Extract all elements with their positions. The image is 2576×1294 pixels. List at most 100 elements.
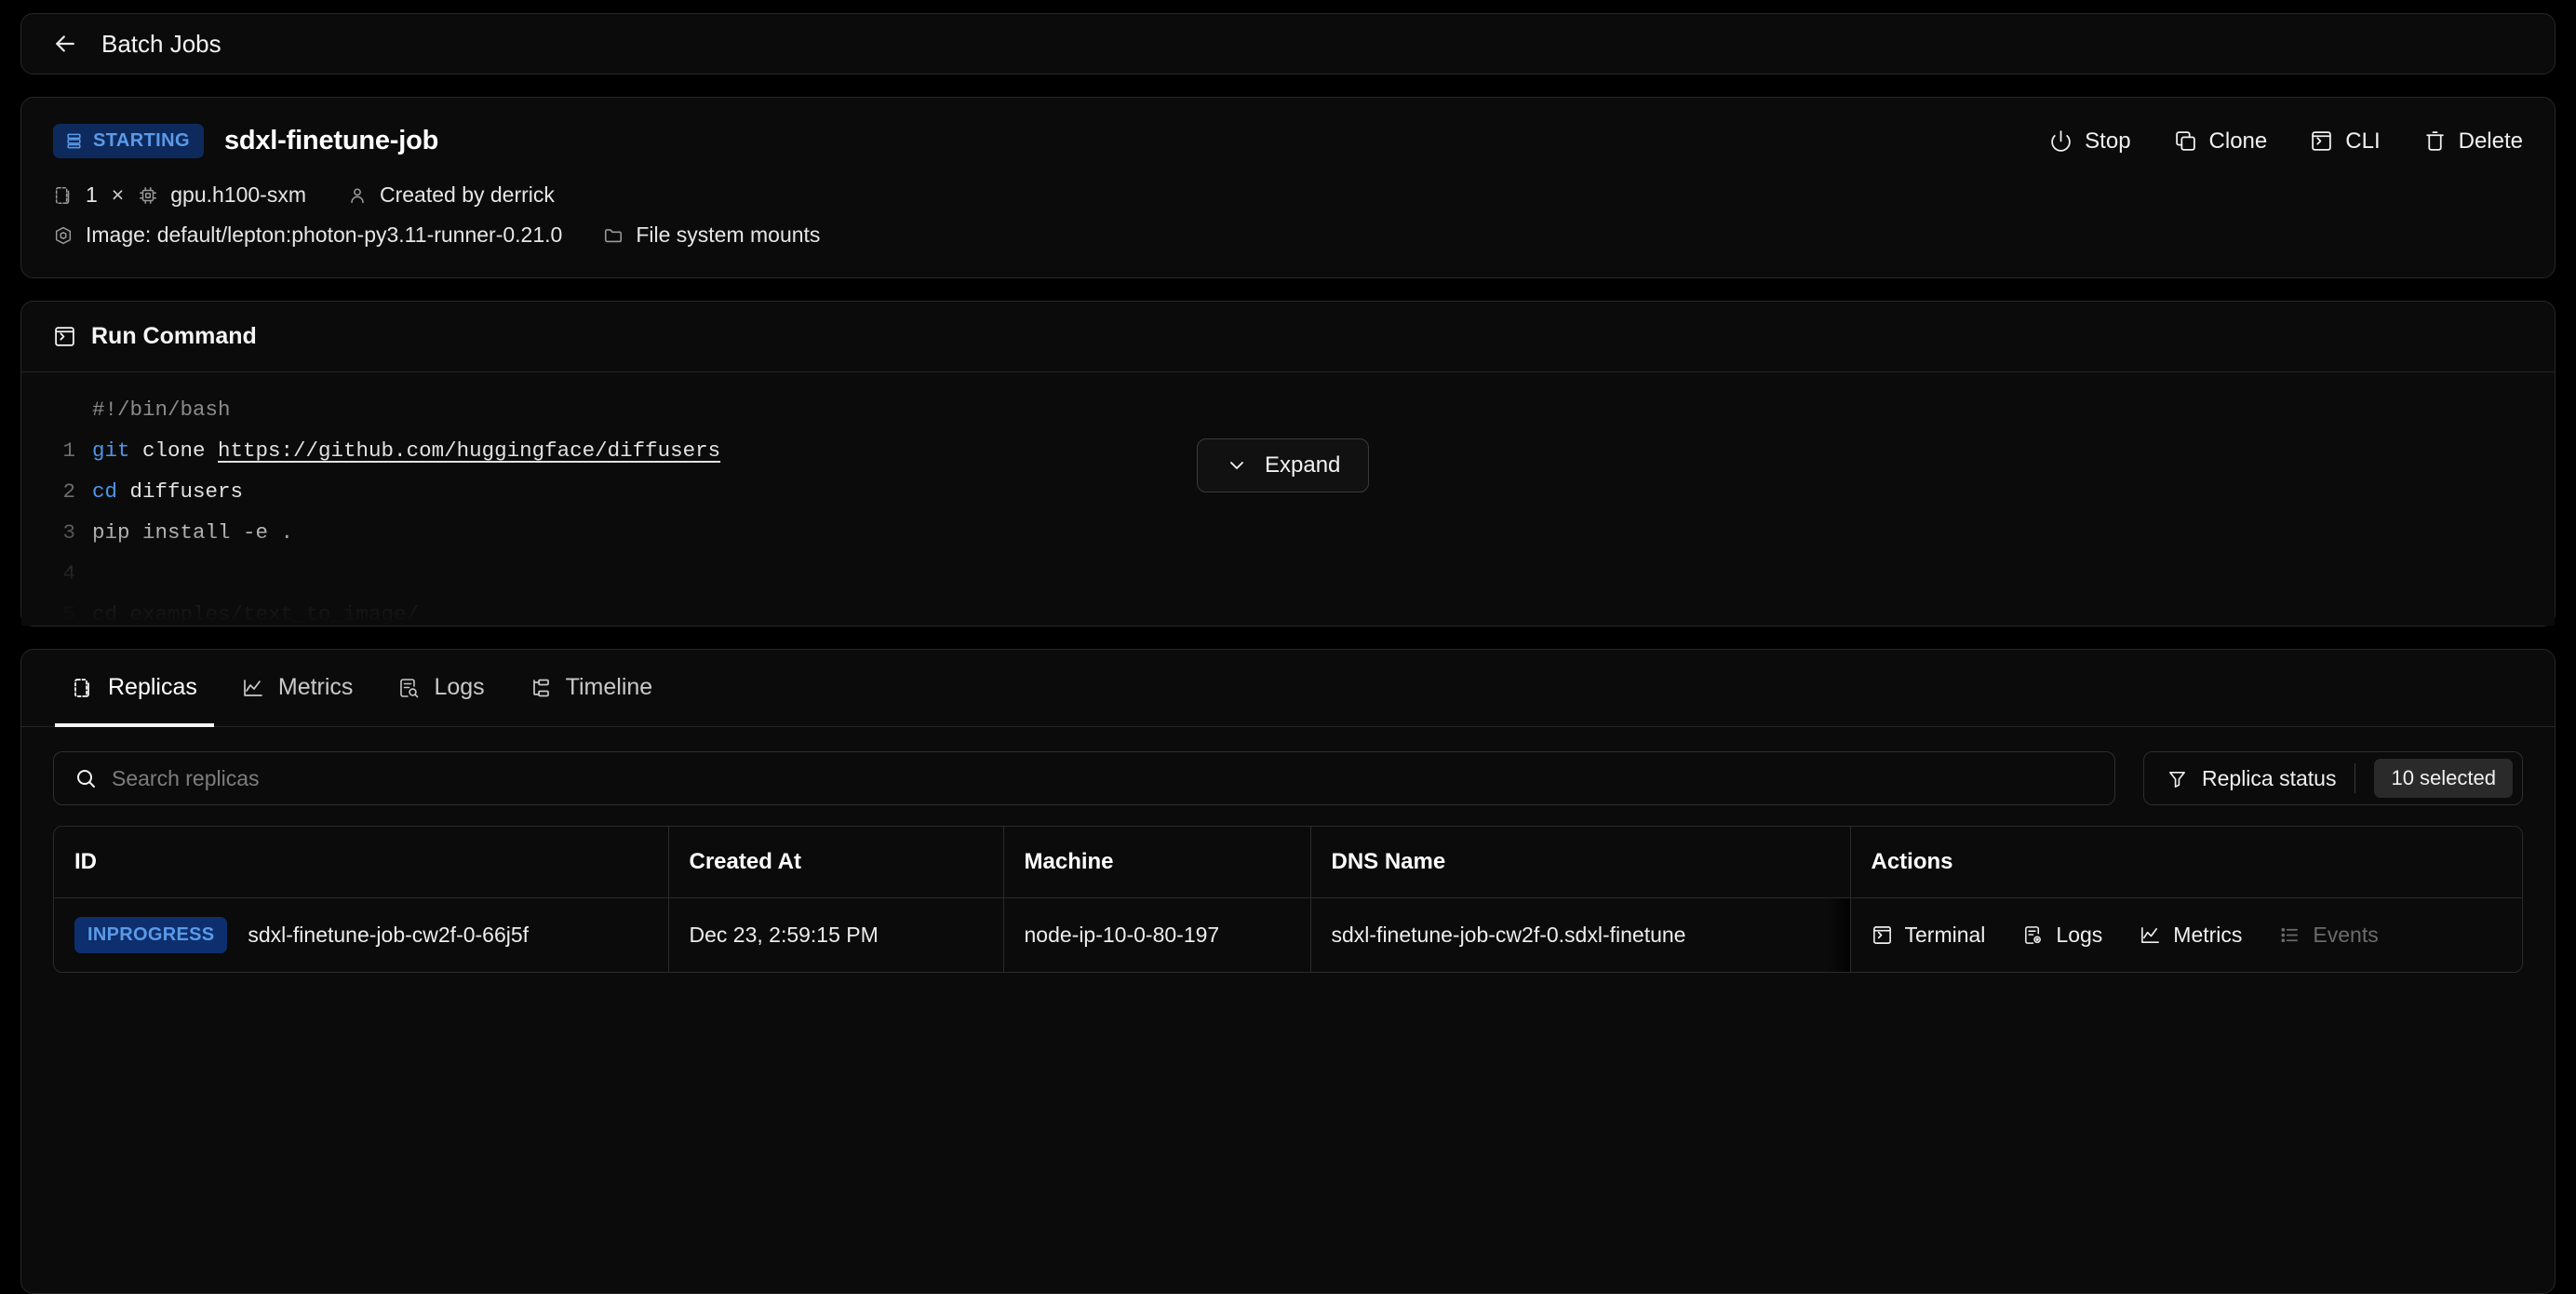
code-text: pip install xyxy=(92,520,244,545)
row-action-terminal[interactable]: Terminal xyxy=(1872,923,1986,948)
arrow-left-icon[interactable] xyxy=(49,28,81,60)
replica-shape-info: 1 × gpu.h100-sxm xyxy=(53,182,306,208)
trash-icon xyxy=(2423,129,2447,153)
package-icon xyxy=(53,225,74,246)
replica-status-filter-label-group: Replica status xyxy=(2167,766,2336,791)
cell-id: INPROGRESS sdxl-finetune-job-cw2f-0-66j5… xyxy=(54,897,669,972)
dns-name-text: sdxl-finetune-job-cw2f-0.sdxl-finetune xyxy=(1331,923,1686,947)
row-actions-group: Terminal Logs Metrics Events xyxy=(1872,923,2502,948)
column-header-machine[interactable]: Machine xyxy=(1003,827,1311,898)
power-icon xyxy=(2049,129,2073,153)
replicas-table: ID Created At Machine DNS Name Actions I… xyxy=(54,827,2522,972)
tab-replicas[interactable]: Replicas xyxy=(55,650,214,727)
filesystem-mounts-label: File system mounts xyxy=(636,222,821,247)
search-input[interactable] xyxy=(112,765,2094,791)
cpu-chip-icon xyxy=(138,185,158,206)
delete-button[interactable]: Delete xyxy=(2423,128,2523,155)
cell-dns-name: sdxl-finetune-job-cw2f-0.sdxl-finetune xyxy=(1310,897,1851,972)
run-command-header: Run Command xyxy=(21,302,2555,372)
job-actions: Stop Clone CLI Delete xyxy=(2049,128,2523,155)
cell-machine: node-ip-10-0-80-197 xyxy=(1003,897,1311,972)
row-action-terminal-label: Terminal xyxy=(1904,923,1986,947)
timeline-icon xyxy=(530,677,552,699)
selected-count-badge: 10 selected xyxy=(2374,759,2513,798)
row-action-logs[interactable]: Logs xyxy=(2022,923,2102,948)
run-command-panel: Run Command #!/bin/bash 1 git clone http… xyxy=(20,301,2556,627)
tab-timeline-label: Timeline xyxy=(565,674,653,700)
job-meta-row-2: Image: default/lepton:photon-py3.11-runn… xyxy=(53,222,2523,248)
funnel-icon xyxy=(2167,768,2188,789)
page-title: sdxl-finetune-job xyxy=(223,126,439,155)
clone-button-label: Clone xyxy=(2208,128,2268,154)
terminal-icon xyxy=(1872,924,1893,946)
cli-button[interactable]: CLI xyxy=(2310,128,2381,155)
code-keyword: git xyxy=(92,438,130,463)
job-meta-row-1: 1 × gpu.h100-sxm Created by derrick xyxy=(53,182,2523,208)
tab-metrics[interactable]: Metrics xyxy=(225,650,370,727)
chart-line-icon xyxy=(2140,924,2161,946)
replica-status-label: Replica status xyxy=(2202,765,2337,790)
terminal-icon xyxy=(53,325,76,348)
user-icon xyxy=(347,185,368,206)
logs-search-icon xyxy=(397,677,420,699)
filesystem-mounts-info[interactable]: File system mounts xyxy=(603,222,820,248)
stop-button[interactable]: Stop xyxy=(2049,128,2131,155)
column-header-created-at[interactable]: Created At xyxy=(668,827,1004,898)
server-stack-icon xyxy=(65,132,83,150)
status-badge-label: STARTING xyxy=(93,130,190,151)
code-line-shebang: #!/bin/bash xyxy=(21,389,2555,430)
breadcrumb: Batch Jobs xyxy=(20,13,2556,74)
breadcrumb-label[interactable]: Batch Jobs xyxy=(101,30,221,59)
code-shebang: #!/bin/bash xyxy=(92,398,231,422)
run-command-title: Run Command xyxy=(91,323,257,349)
table-body: INPROGRESS sdxl-finetune-job-cw2f-0-66j5… xyxy=(54,897,2522,972)
tab-bar: Replicas Metrics Logs Timeline xyxy=(21,650,2555,727)
table-head: ID Created At Machine DNS Name Actions xyxy=(54,827,2522,898)
job-summary-panel: STARTING sdxl-finetune-job Stop Clone CL… xyxy=(20,97,2556,278)
column-header-id[interactable]: ID xyxy=(54,827,669,898)
created-by-label: Created by derrick xyxy=(379,182,555,207)
tab-metrics-label: Metrics xyxy=(277,674,354,700)
cell-created-at: Dec 23, 2:59:15 PM xyxy=(668,897,1004,972)
column-header-dns-name[interactable]: DNS Name xyxy=(1310,827,1851,898)
code-text: diffusers xyxy=(117,479,244,504)
line-number: 2 xyxy=(62,479,75,504)
dns-overflow-shadow xyxy=(1825,898,1849,972)
container-icon xyxy=(53,185,74,206)
id-cell-group: INPROGRESS sdxl-finetune-job-cw2f-0-66j5… xyxy=(74,917,648,953)
column-header-actions: Actions xyxy=(1850,827,2522,898)
row-action-metrics[interactable]: Metrics xyxy=(2140,923,2242,948)
resource-shape: gpu.h100-sxm xyxy=(170,182,306,207)
expand-button-label: Expand xyxy=(1265,452,1341,478)
replicas-panel: Replicas Metrics Logs Timeline Search re… xyxy=(20,649,2556,1294)
image-label: Image: default/lepton:photon-py3.11-runn… xyxy=(86,222,563,247)
cli-button-label: CLI xyxy=(2345,128,2381,154)
line-number: 5 xyxy=(62,602,75,626)
tab-logs-label: Logs xyxy=(434,674,485,700)
code-text-tail: -e . xyxy=(243,520,294,545)
replica-id: sdxl-finetune-job-cw2f-0-66j5f xyxy=(248,923,530,947)
job-title-group: STARTING sdxl-finetune-job xyxy=(53,124,438,158)
cell-actions: Terminal Logs Metrics Events xyxy=(1850,897,2522,972)
filters-row: Replica status 10 selected xyxy=(21,727,2555,826)
status-badge: INPROGRESS xyxy=(74,917,228,953)
code-text: clone xyxy=(129,438,219,463)
line-number: 4 xyxy=(62,561,75,586)
code-line: 3 pip install -e . xyxy=(21,512,2555,553)
list-icon xyxy=(2279,924,2301,946)
replicas-table-wrap: ID Created At Machine DNS Name Actions I… xyxy=(53,826,2523,973)
expand-button[interactable]: Expand xyxy=(1197,438,1370,492)
chevron-down-icon xyxy=(1226,454,1248,477)
run-command-code[interactable]: #!/bin/bash 1 git clone https://github.c… xyxy=(21,372,2555,626)
code-link[interactable]: https://github.com/huggingface/diffusers xyxy=(218,438,720,463)
search-replicas-box[interactable] xyxy=(53,751,2115,805)
copy-icon xyxy=(2174,129,2197,153)
replica-count: 1 xyxy=(86,182,98,207)
row-action-events: Events xyxy=(2279,923,2379,948)
replica-status-filter[interactable]: Replica status 10 selected xyxy=(2143,751,2523,805)
tab-timeline[interactable]: Timeline xyxy=(513,650,670,727)
table-row[interactable]: INPROGRESS sdxl-finetune-job-cw2f-0-66j5… xyxy=(54,897,2522,972)
row-action-events-label: Events xyxy=(2313,923,2379,947)
clone-button[interactable]: Clone xyxy=(2174,128,2268,155)
tab-logs[interactable]: Logs xyxy=(381,650,501,727)
